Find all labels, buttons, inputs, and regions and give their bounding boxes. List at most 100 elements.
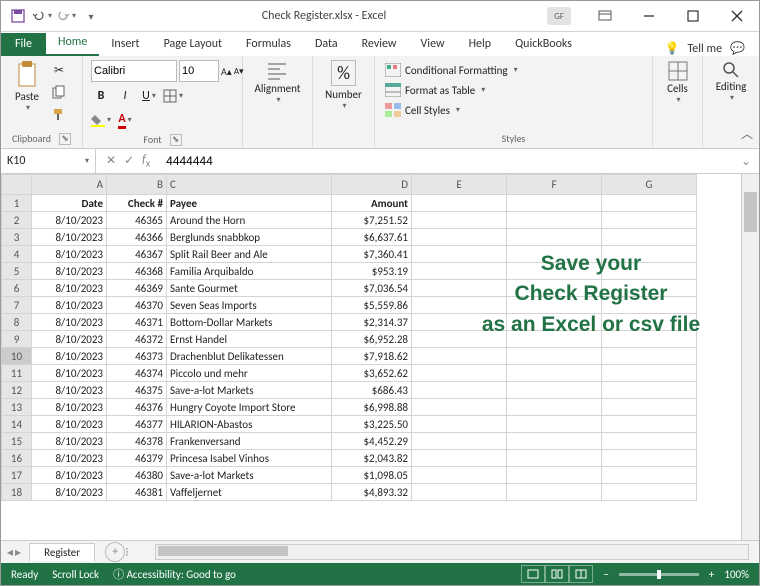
cell[interactable] (602, 280, 697, 297)
cell[interactable]: Check # (107, 195, 167, 212)
cell[interactable]: Date (32, 195, 107, 212)
row-header[interactable]: 13 (2, 399, 32, 416)
cell[interactable] (602, 314, 697, 331)
cell[interactable]: Berglunds snabbkop (167, 229, 332, 246)
cell[interactable]: Ernst Handel (167, 331, 332, 348)
cell[interactable] (602, 263, 697, 280)
format-as-table[interactable]: Format as Table▾ (385, 80, 642, 100)
cell[interactable] (602, 348, 697, 365)
cell[interactable]: Sante Gourmet (167, 280, 332, 297)
cell[interactable] (507, 246, 602, 263)
col-header-A[interactable]: A (32, 175, 107, 195)
clipboard-launcher[interactable]: ⬊ (59, 133, 71, 145)
cell[interactable]: $4,893.32 (332, 484, 412, 501)
cell[interactable]: 8/10/2023 (32, 314, 107, 331)
cell[interactable]: Bottom-Dollar Markets (167, 314, 332, 331)
row-header[interactable]: 10 (2, 348, 32, 365)
copy-icon[interactable] (49, 82, 69, 102)
col-header-B[interactable]: B (107, 175, 167, 195)
select-all-cell[interactable] (2, 175, 32, 195)
alignment-button[interactable]: Alignment▾ (251, 60, 304, 105)
minimize-button[interactable] (629, 1, 669, 31)
tab-help[interactable]: Help (457, 33, 504, 56)
expand-formula-icon[interactable]: ⌄ (733, 154, 759, 169)
tab-file[interactable]: File (1, 33, 46, 56)
row-header[interactable]: 18 (2, 484, 32, 501)
row-header[interactable]: 14 (2, 416, 32, 433)
formula-bar[interactable] (160, 149, 733, 173)
cell[interactable]: 46368 (107, 263, 167, 280)
cell[interactable] (507, 433, 602, 450)
cell[interactable] (507, 314, 602, 331)
collapse-ribbon-icon[interactable]: ︿ (741, 125, 753, 142)
col-header-E[interactable]: E (412, 175, 507, 195)
zoom-in-button[interactable]: + (709, 568, 714, 581)
cell[interactable] (507, 365, 602, 382)
cell[interactable] (412, 382, 507, 399)
cell[interactable]: 46375 (107, 382, 167, 399)
cell[interactable]: 46381 (107, 484, 167, 501)
cell[interactable] (507, 450, 602, 467)
cell[interactable]: 46374 (107, 365, 167, 382)
redo-icon[interactable]: ▾ (55, 5, 77, 27)
cell[interactable]: Familia Arquibaldo (167, 263, 332, 280)
cell[interactable]: 46369 (107, 280, 167, 297)
row-header[interactable]: 12 (2, 382, 32, 399)
cell[interactable]: 8/10/2023 (32, 246, 107, 263)
cell[interactable]: Drachenblut Delikatessen (167, 348, 332, 365)
cell[interactable]: 46370 (107, 297, 167, 314)
cell[interactable]: 8/10/2023 (32, 399, 107, 416)
cell[interactable] (602, 467, 697, 484)
cell[interactable] (507, 416, 602, 433)
row-header[interactable]: 6 (2, 280, 32, 297)
cell-styles[interactable]: Cell Styles▾ (385, 100, 642, 120)
status-accessibility[interactable]: ⓘ Accessibility: Good to go (113, 566, 236, 582)
cell[interactable]: Frankenversand (167, 433, 332, 450)
cell[interactable] (507, 229, 602, 246)
cell[interactable]: 8/10/2023 (32, 382, 107, 399)
tell-me[interactable]: Tell me (688, 42, 723, 56)
col-header-D[interactable]: D (332, 175, 412, 195)
col-header-F[interactable]: F (507, 175, 602, 195)
cell[interactable]: $686.43 (332, 382, 412, 399)
cell[interactable]: $7,918.62 (332, 348, 412, 365)
cell[interactable] (507, 348, 602, 365)
user-badge[interactable]: GF (547, 7, 571, 25)
row-header[interactable]: 9 (2, 331, 32, 348)
enter-formula-icon[interactable]: ✓ (124, 153, 134, 168)
cell[interactable]: $6,998.88 (332, 399, 412, 416)
cell[interactable] (507, 382, 602, 399)
cell[interactable]: 8/10/2023 (32, 229, 107, 246)
tab-view[interactable]: View (409, 33, 457, 56)
cell[interactable]: Piccolo und mehr (167, 365, 332, 382)
cell[interactable] (602, 297, 697, 314)
horizontal-scrollbar[interactable] (155, 544, 749, 560)
cell[interactable] (507, 263, 602, 280)
row-header[interactable]: 7 (2, 297, 32, 314)
save-icon[interactable] (7, 5, 29, 27)
col-header-G[interactable]: G (602, 175, 697, 195)
cell[interactable]: 8/10/2023 (32, 433, 107, 450)
tab-review[interactable]: Review (350, 33, 409, 56)
cell[interactable] (412, 433, 507, 450)
font-color-icon[interactable]: A▾ (115, 110, 135, 130)
spreadsheet-grid[interactable]: ABCDEFG1DateCheck #PayeeAmount28/10/2023… (1, 174, 741, 540)
cell[interactable]: Save-a-lot Markets (167, 382, 332, 399)
cell[interactable] (602, 229, 697, 246)
name-box[interactable]: K10▾ (1, 149, 96, 173)
tab-quickbooks[interactable]: QuickBooks (503, 33, 584, 56)
borders-icon[interactable]: ▾ (163, 86, 183, 106)
cell[interactable]: 46378 (107, 433, 167, 450)
cell[interactable]: $7,360.41 (332, 246, 412, 263)
row-header[interactable]: 17 (2, 467, 32, 484)
cell[interactable] (507, 484, 602, 501)
cell[interactable] (602, 433, 697, 450)
cell[interactable]: HILARION-Abastos (167, 416, 332, 433)
cell[interactable]: $7,251.52 (332, 212, 412, 229)
cell[interactable]: 8/10/2023 (32, 416, 107, 433)
cell[interactable]: 46377 (107, 416, 167, 433)
cell[interactable] (412, 365, 507, 382)
cell[interactable] (602, 416, 697, 433)
cell[interactable]: $6,637.61 (332, 229, 412, 246)
cell[interactable] (602, 195, 697, 212)
